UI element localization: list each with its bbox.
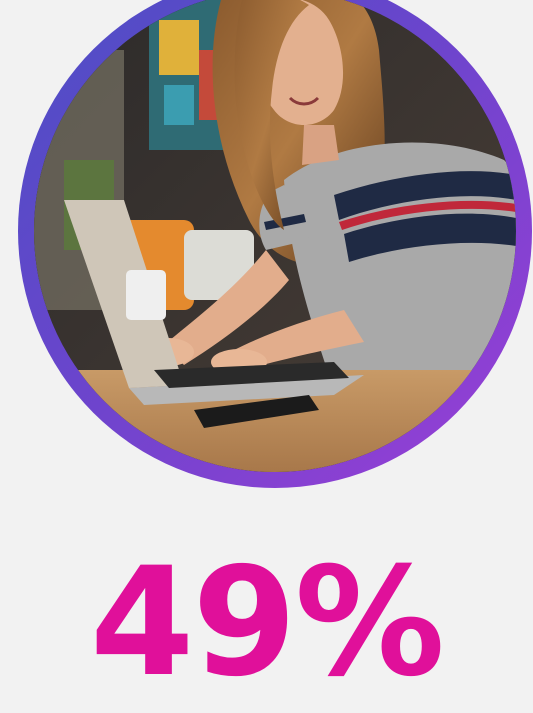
photo-frame: [34, 0, 516, 472]
infographic-card: 49%: [0, 0, 533, 713]
stat-percentage: 49%: [89, 536, 445, 710]
photo-ring: [18, 0, 532, 488]
woman-typing-on-laptop-photo: [34, 0, 516, 472]
